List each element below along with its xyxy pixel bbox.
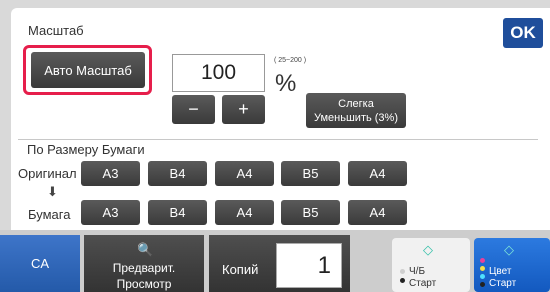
scale-panel [11,8,550,230]
slightly-reduce-button[interactable]: Слегка Уменьшить (3%) [306,93,406,128]
slightly-reduce-line2: Уменьшить (3%) [314,111,398,124]
indicator-dot [480,258,485,263]
original-size-button[interactable]: B4 [148,161,207,186]
paper-row-label: Бумага [28,207,71,222]
paper-size-button[interactable]: A3 [81,200,140,225]
clear-all-button[interactable]: CA [0,235,80,292]
paper-section-title: По Размеру Бумаги [27,142,145,157]
magnifier-icon: 🔍 [137,242,154,257]
auto-scale-button[interactable]: Авто Масштаб [31,52,145,88]
paper-size-button[interactable]: B5 [281,200,340,225]
bw-start-button[interactable]: ◇ Ч/Б Старт [392,238,470,292]
preview-label-line1: Предварит. [112,261,176,275]
indicator-dot [480,274,485,279]
scale-range-hint: ( 25~200 ) [274,57,307,64]
preview-button[interactable]: 🔍 Предварит. Просмотр [84,235,204,292]
increase-button[interactable]: + [222,95,265,124]
panel-title: Масштаб [28,23,84,38]
section-divider [18,139,538,140]
bw-label-line2: Старт [409,278,437,289]
start-icon: ◇ [423,242,433,257]
color-label-line1: Цвет [489,266,512,277]
slightly-reduce-line1: Слегка [338,97,374,110]
original-row-label: Оригинал [18,166,77,181]
original-size-button[interactable]: A4 [348,161,407,186]
indicator-dot [400,269,405,274]
original-size-button[interactable]: A3 [81,161,140,186]
arrow-down-icon: ⬇ [47,184,58,199]
decrease-button[interactable]: − [172,95,215,124]
indicator-dot [400,278,405,283]
color-start-button[interactable]: ◇ Цвет Старт [474,238,550,292]
original-size-button[interactable]: A4 [215,161,274,186]
preview-label-line2: Просмотр [116,277,172,291]
copies-label: Копий [222,262,259,277]
scale-value-input[interactable]: 100 [172,54,265,92]
indicator-dot [480,266,485,271]
original-size-button[interactable]: B5 [281,161,340,186]
copies-input[interactable]: 1 [276,243,342,288]
ok-button[interactable]: OK [503,18,543,48]
paper-size-button[interactable]: B4 [148,200,207,225]
indicator-dot [480,282,485,287]
bw-label-line1: Ч/Б [409,266,426,277]
percent-sign: % [275,70,297,97]
start-icon: ◇ [504,242,514,257]
paper-size-button[interactable]: A4 [348,200,407,225]
color-label-line2: Старт [489,278,517,289]
paper-size-button[interactable]: A4 [215,200,274,225]
